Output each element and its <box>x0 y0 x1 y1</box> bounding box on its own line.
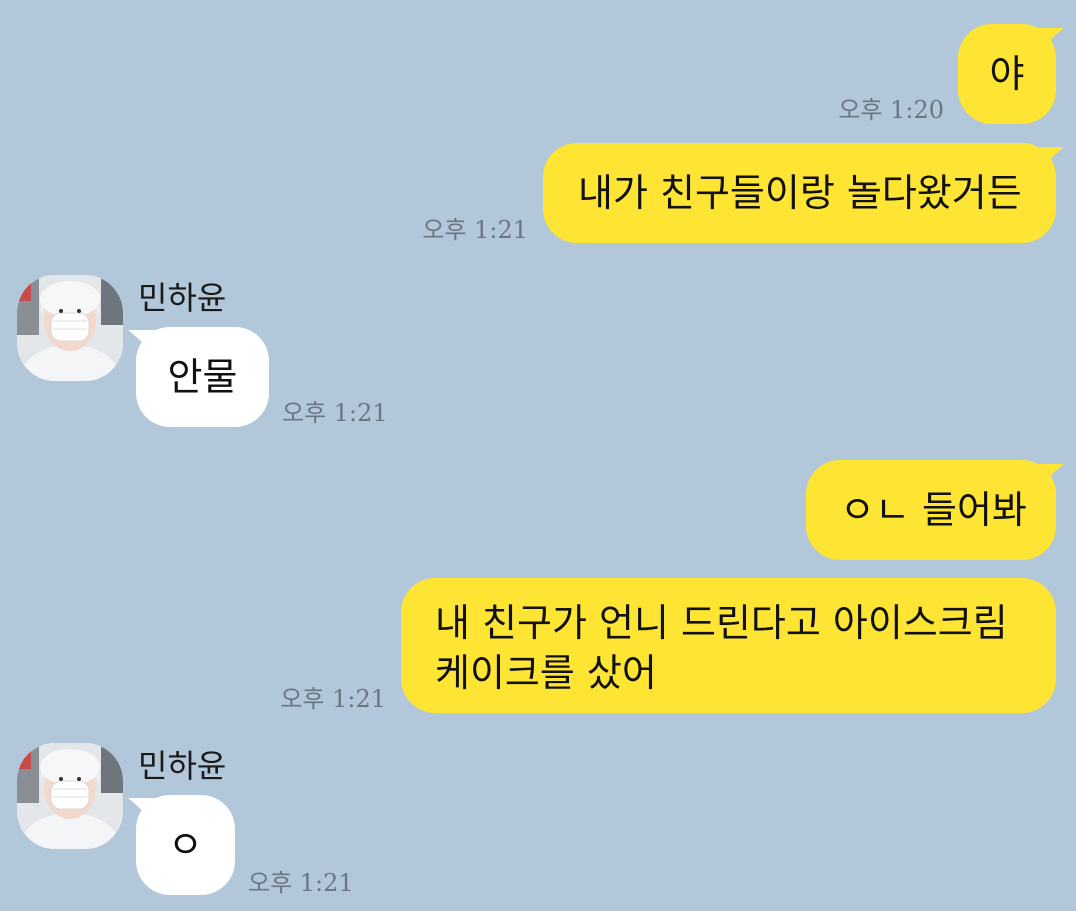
sender-name: 민하윤 <box>138 747 227 785</box>
profile-avatar[interactable] <box>17 275 123 381</box>
message-text-line: 내 친구가 언니 드린다고 아이스크림 <box>435 601 1008 645</box>
message-text: 야 <box>989 52 1025 96</box>
bubble-tail-left <box>128 798 156 822</box>
my-message-bubble[interactable]: 내 친구가 언니 드린다고 아이스크림 케이크를 샀어 <box>401 578 1056 713</box>
bubble-tail-right <box>1036 464 1064 488</box>
bubble-tail-right <box>1036 28 1064 52</box>
my-message-bubble[interactable]: 내가 친구들이랑 놀다왔거든 <box>543 143 1056 243</box>
message-text-line: 케이크를 샀어 <box>435 651 657 695</box>
message-time: 오후 1:21 <box>280 685 386 713</box>
profile-photo-icon <box>17 743 123 849</box>
message-text: 안물 <box>167 355 238 399</box>
bubble-tail-left <box>128 330 156 354</box>
profile-photo-icon <box>17 275 123 381</box>
message-time: 오후 1:20 <box>838 96 944 124</box>
message-text: 내가 친구들이랑 놀다왔거든 <box>578 171 1022 215</box>
message-time: 오후 1:21 <box>282 399 388 427</box>
message-time: 오후 1:21 <box>248 869 354 897</box>
profile-avatar[interactable] <box>17 743 123 849</box>
bubble-tail-right <box>1036 147 1064 171</box>
message-time: 오후 1:21 <box>422 216 528 244</box>
message-text: ㅇㄴ 들어봐 <box>840 488 1027 532</box>
sender-name: 민하윤 <box>138 279 227 317</box>
message-text: ㅇ <box>168 823 203 867</box>
my-message-bubble[interactable]: ㅇㄴ 들어봐 <box>806 460 1056 560</box>
